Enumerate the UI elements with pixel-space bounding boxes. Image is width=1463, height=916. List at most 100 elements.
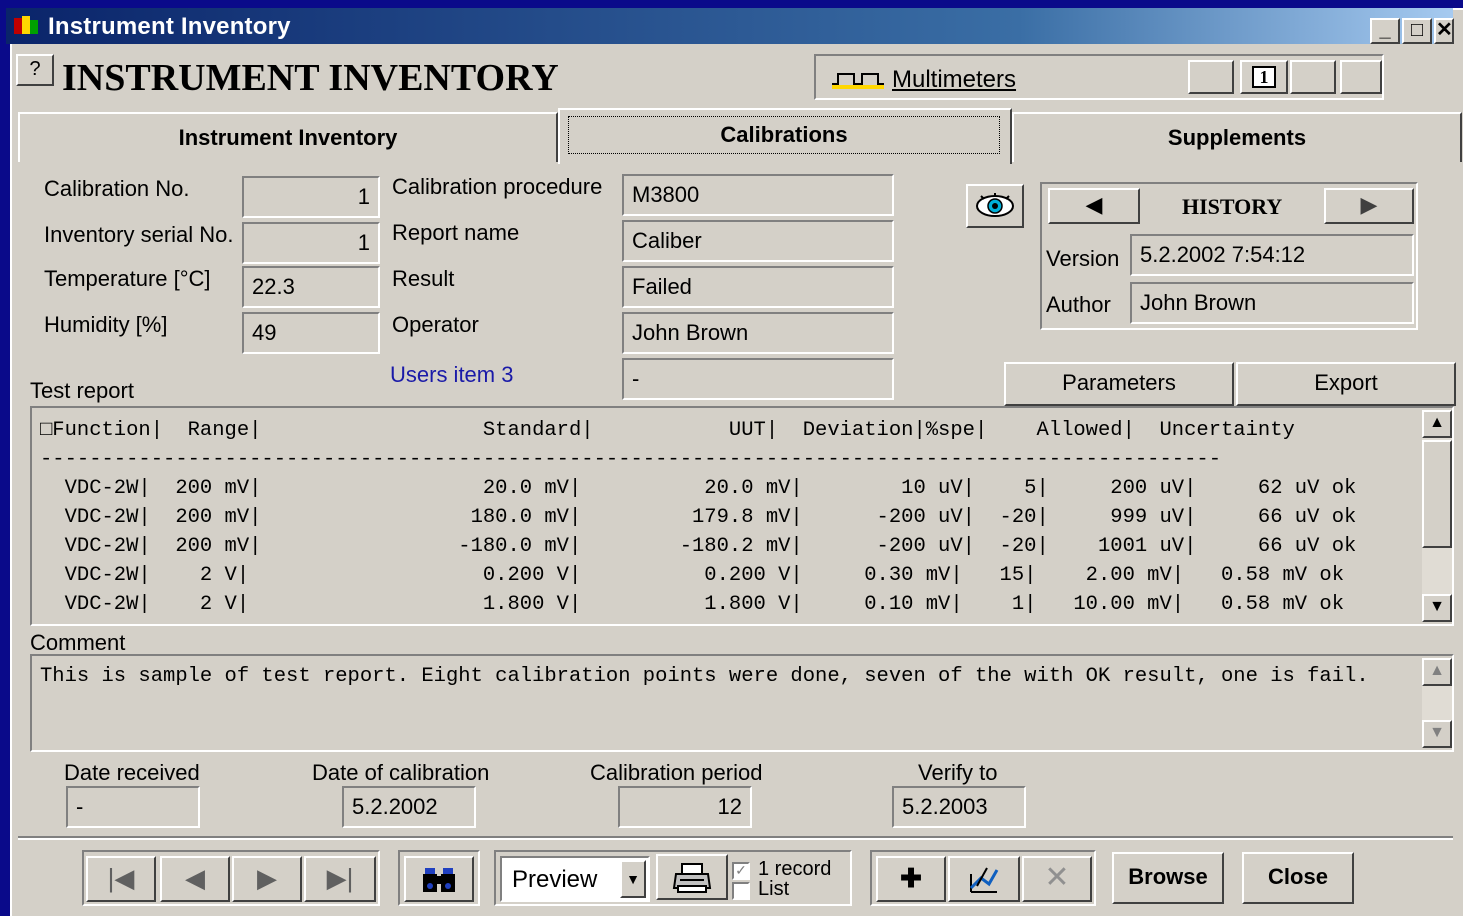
calibration-procedure-field[interactable]: M3800	[622, 174, 894, 216]
tab-supplements[interactable]: Supplements	[1012, 112, 1462, 162]
eye-icon	[976, 193, 1014, 217]
close-window-button[interactable]: ✕	[1434, 18, 1454, 44]
record-number-button[interactable]: 1	[1240, 60, 1288, 94]
result-field[interactable]: Failed	[622, 266, 894, 308]
report-row: VDC-2W| 200 mV| -180.0 mV| -180.2 mV| -2…	[40, 535, 1357, 558]
search-button[interactable]	[404, 856, 474, 902]
version-label: Version	[1046, 246, 1120, 271]
bottom-separator	[18, 836, 1453, 840]
view-button[interactable]	[966, 184, 1024, 228]
help-button[interactable]: ?	[16, 54, 54, 86]
edit-icon	[969, 867, 999, 893]
operator-label: Operator	[392, 312, 479, 337]
window-title: Instrument Inventory	[48, 13, 291, 40]
search-group	[398, 850, 480, 906]
calibration-procedure-label: Calibration procedure	[392, 174, 603, 199]
print-button[interactable]	[656, 854, 728, 900]
report-scrollbar[interactable]: ▲ ▼	[1422, 410, 1452, 622]
author-field[interactable]: John Brown	[1130, 282, 1414, 324]
last-record-icon: ▶|	[326, 863, 354, 893]
right-arrow-icon: ▶	[1360, 192, 1378, 217]
test-report-box[interactable]: □Function| Range| Standard| UUT| Deviati…	[30, 406, 1454, 626]
date-received-label: Date received	[64, 760, 200, 785]
report-row: VDC-2W| 2 V| 0.200 V| 0.200 V| 0.30 mV| …	[40, 564, 1345, 587]
comment-box[interactable]: This is sample of test report. Eight cal…	[30, 654, 1454, 752]
export-button[interactable]: Export	[1236, 362, 1456, 406]
calibration-period-field[interactable]: 12	[618, 786, 752, 828]
last-record-button[interactable]: ▶|	[304, 856, 376, 902]
multimeter-category-icon	[832, 73, 884, 89]
next-record-button[interactable]: ▶	[232, 856, 302, 902]
prev-record-button[interactable]: ◀	[160, 856, 230, 902]
edit-button[interactable]	[948, 856, 1020, 902]
report-name-label: Report name	[392, 220, 520, 245]
users-item-3-label[interactable]: Users item 3	[390, 362, 513, 388]
inventory-serial-no-label: Inventory serial No.	[44, 222, 234, 247]
operator-field[interactable]: John Brown	[622, 312, 894, 354]
category-prev-button[interactable]	[1188, 60, 1234, 94]
date-of-calibration-field[interactable]: 5.2.2002	[342, 786, 476, 828]
comment-text: This is sample of test report. Eight cal…	[40, 665, 1369, 688]
delete-icon: ✕	[1044, 861, 1070, 894]
browse-button[interactable]: Browse	[1112, 852, 1224, 904]
calibration-no-field[interactable]: 1	[242, 176, 380, 218]
title-bar: Instrument Inventory _ □ ✕	[6, 8, 1454, 44]
temperature-field[interactable]: 22.3	[242, 266, 380, 308]
version-field[interactable]: 5.2.2002 7:54:12	[1130, 234, 1414, 276]
record-navigation-group: |◀ ◀ ▶ ▶|	[82, 850, 380, 906]
report-row: VDC-2W| 2 V| 1.800 V| 1.800 V| 0.10 mV| …	[40, 593, 1345, 616]
category-selector[interactable]: Multimeters 1	[814, 54, 1384, 100]
plus-icon: ✚	[900, 863, 922, 893]
test-report-content: □Function| Range| Standard| UUT| Deviati…	[40, 416, 1356, 619]
verify-to-field[interactable]: 5.2.2003	[892, 786, 1026, 828]
report-header: □Function| Range| Standard| UUT| Deviati…	[40, 419, 1295, 442]
result-label: Result	[392, 266, 455, 291]
app-heading: INSTRUMENT INVENTORY	[62, 57, 559, 99]
report-row: VDC-2W| 200 mV| 20.0 mV| 20.0 mV| 10 uV|…	[40, 477, 1357, 500]
tab-calibrations-label: Calibrations	[568, 116, 1000, 154]
chevron-down-icon[interactable]: ▼	[620, 860, 646, 898]
comment-scrollbar[interactable]: ▲ ▼	[1422, 658, 1452, 748]
parameters-button[interactable]: Parameters	[1004, 362, 1234, 406]
left-arrow-icon: ◀	[1085, 192, 1103, 217]
humidity-label: Humidity [%]	[44, 312, 168, 337]
scroll-down-icon[interactable]: ▼	[1422, 594, 1452, 622]
calibration-period-label: Calibration period	[590, 760, 763, 785]
history-prev-button[interactable]: ◀	[1048, 188, 1140, 224]
scroll-down-icon[interactable]: ▼	[1422, 720, 1452, 748]
binoculars-icon	[423, 868, 455, 892]
users-item-3-field[interactable]: -	[622, 358, 894, 400]
close-button[interactable]: Close	[1242, 852, 1354, 904]
humidity-field[interactable]: 49	[242, 312, 380, 354]
record-number-icon: 1	[1252, 66, 1276, 88]
output-select-value: Preview	[512, 866, 598, 893]
add-button[interactable]: ✚	[876, 856, 946, 902]
one-record-checkbox[interactable]: ✓	[732, 862, 750, 880]
list-checkbox[interactable]	[732, 882, 750, 900]
prev-record-icon: ◀	[185, 863, 205, 893]
history-next-button[interactable]: ▶	[1324, 188, 1414, 224]
list-label: List	[758, 878, 790, 900]
scroll-up-icon[interactable]: ▲	[1422, 410, 1452, 438]
edit-group: ✚ ✕	[870, 850, 1096, 906]
report-row: VDC-2W| 200 mV| 180.0 mV| 179.8 mV| -200…	[40, 506, 1357, 529]
maximize-button[interactable]: □	[1402, 18, 1432, 44]
category-next-button[interactable]	[1290, 60, 1336, 94]
inventory-serial-no-field[interactable]: 1	[242, 222, 380, 264]
first-record-button[interactable]: |◀	[86, 856, 156, 902]
history-title: HISTORY	[1182, 194, 1283, 219]
minimize-button[interactable]: _	[1370, 18, 1400, 44]
scroll-up-icon[interactable]: ▲	[1422, 658, 1452, 686]
report-scroll-thumb[interactable]	[1422, 440, 1452, 548]
app-logo-icon	[14, 16, 38, 36]
report-name-field[interactable]: Caliber	[622, 220, 894, 262]
date-received-field[interactable]: -	[66, 786, 200, 828]
calibration-no-label: Calibration No.	[44, 176, 190, 201]
test-report-label: Test report	[30, 378, 134, 403]
next-record-icon: ▶	[257, 863, 277, 893]
output-select[interactable]: Preview ▼	[500, 856, 650, 902]
delete-button[interactable]: ✕	[1022, 856, 1092, 902]
category-extra-button[interactable]	[1340, 60, 1382, 94]
category-label[interactable]: Multimeters	[892, 66, 1016, 94]
tab-instrument-inventory[interactable]: Instrument Inventory	[18, 112, 558, 162]
